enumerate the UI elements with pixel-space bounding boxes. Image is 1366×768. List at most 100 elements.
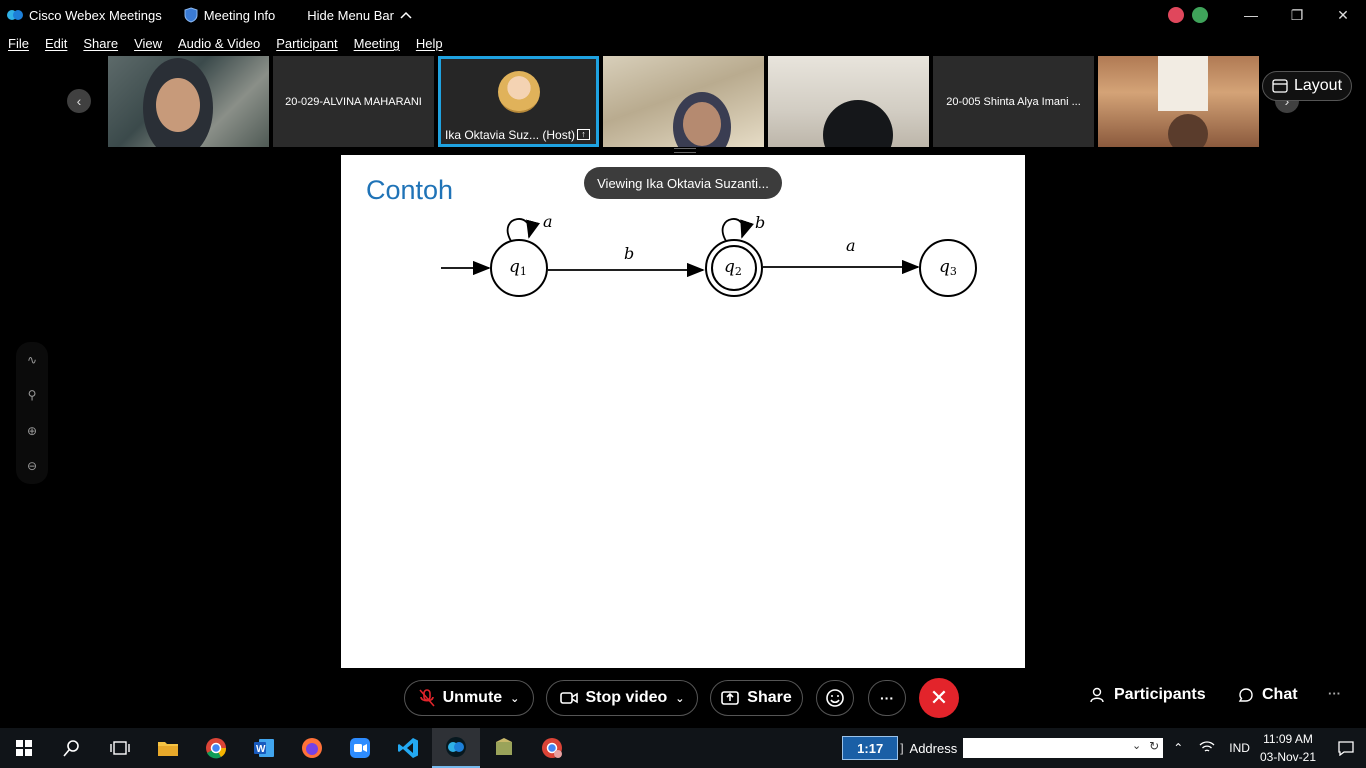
automaton-diagram: q1 a b q2 b a q3 [441,212,977,297]
notifications-icon[interactable] [1326,740,1366,756]
layout-label: Layout [1293,77,1343,94]
zoom-app-icon[interactable] [336,728,384,768]
participant-video-tile[interactable] [603,56,764,147]
chat-bubble-icon [1238,688,1253,702]
end-meeting-button[interactable]: ✕ [919,678,959,718]
chevron-down-icon[interactable]: ⌄ [1132,739,1141,752]
shared-content-slide: Contoh q1 a b q2 b a q3 [341,155,1025,668]
chat-button[interactable]: Chat [1238,686,1298,704]
task-view-icon[interactable] [96,728,144,768]
menu-bar: File Edit Share View Audio & Video Parti… [0,32,451,56]
participants-button[interactable]: Participants [1090,686,1206,704]
windows-taskbar: W 1:17 ] Address ⌄ ↻ ⌃ IND 11:09 AM 03-N… [0,728,1366,768]
participant-tile[interactable]: 20-029-ALVINA MAHARANI [273,56,434,147]
vscode-icon[interactable] [384,728,432,768]
close-window-button[interactable]: ✕ [1320,0,1366,30]
firefox-icon[interactable] [288,728,336,768]
more-options-button[interactable]: ··· [868,680,906,716]
word-icon[interactable]: W [240,728,288,768]
hide-menu-label: Hide Menu Bar [307,7,394,23]
participant-name: 20-005 Shinta Alya Imani ... [946,95,1081,108]
webex-logo-icon [7,7,23,23]
edge-q2-q3-label: a [846,236,856,255]
share-button[interactable]: Share [710,680,803,716]
windows-start-icon[interactable] [0,728,48,768]
reactions-button[interactable] [816,680,854,716]
zoom-in-icon[interactable]: ⊕ [27,424,37,438]
participant-tile[interactable]: 20-005 Shinta Alya Imani ... [933,56,1094,147]
search-icon[interactable] [48,728,96,768]
edge-q1-q2-label: b [624,244,634,263]
chrome-profile-icon[interactable] [528,728,576,768]
loop-q1-label: a [543,212,553,231]
unmute-button[interactable]: Unmute ⌄ [404,680,534,716]
meeting-controls: Unmute ⌄ Stop video ⌄ Share ··· ✕ Partic… [0,668,1366,728]
webex-taskbar-icon[interactable] [432,728,480,768]
refresh-icon[interactable]: ↻ [1149,739,1159,753]
tray-chevron-up-icon[interactable]: ⌃ [1173,741,1183,755]
network-stats-icon[interactable] [1192,7,1208,23]
stop-video-button[interactable]: Stop video ⌄ [546,680,698,716]
unmute-label: Unmute [442,689,503,706]
menu-participant[interactable]: Participant [268,32,345,56]
participant-video-tile[interactable] [108,56,269,147]
layout-icon [1272,79,1288,93]
chrome-icon[interactable] [192,728,240,768]
chevron-down-icon[interactable]: ⌄ [675,692,684,705]
filmstrip-prev-button[interactable]: ‹ [67,89,91,113]
wifi-icon[interactable] [1199,740,1215,757]
menu-edit[interactable]: Edit [37,32,75,56]
remote-control-icon[interactable]: ⚲ [28,388,37,402]
participant-video-tile[interactable] [1098,56,1259,147]
menu-meeting[interactable]: Meeting [346,32,408,56]
timer-display: 1:17 [842,736,899,760]
chat-label: Chat [1262,686,1298,703]
chevron-up-icon [400,11,412,19]
share-label: Share [747,689,792,706]
participant-video-tile[interactable] [768,56,929,147]
filmstrip-resize-handle[interactable] [674,148,696,153]
title-bar: Cisco Webex Meetings Meeting Info Hide M… [0,0,1366,30]
zoom-out-icon[interactable]: ⊖ [27,459,37,473]
avatar [498,71,540,113]
hide-menu-bar-button[interactable]: Hide Menu Bar [307,8,412,23]
layout-button[interactable]: Layout [1262,71,1352,101]
participants-label: Participants [1114,686,1206,703]
menu-audio-video[interactable]: Audio & Video [170,32,268,56]
minimize-button[interactable]: — [1228,0,1274,30]
menu-share[interactable]: Share [75,32,126,56]
more-icon: ··· [880,690,894,706]
app-tool-icon[interactable] [480,728,528,768]
recording-icon[interactable] [1168,7,1184,23]
emoji-icon [826,689,844,707]
panel-options-button[interactable]: ··· [1328,686,1341,701]
shield-icon [184,7,198,23]
app-title: Cisco Webex Meetings [29,7,162,23]
menu-help[interactable]: Help [408,32,451,56]
meeting-info-button[interactable]: Meeting Info [184,7,275,23]
language-indicator[interactable]: IND [1229,741,1250,755]
file-explorer-icon[interactable] [144,728,192,768]
annotate-icon[interactable]: ∿ [27,353,37,367]
address-input[interactable]: ⌄ ↻ [963,738,1164,758]
annotation-toolbar: ∿ ⚲ ⊕ ⊖ [16,342,48,484]
menu-view[interactable]: View [126,32,170,56]
restore-button[interactable]: ❐ [1274,0,1320,30]
loop-q2 [721,218,754,242]
stop-video-label: Stop video [585,689,668,706]
state-q3-label: q3 [939,257,957,278]
state-q1-label: q1 [509,257,527,278]
sharing-icon: ↑ [577,129,590,140]
menu-file[interactable]: File [0,32,37,56]
loop-q2-label: b [755,213,765,232]
svg-text:W: W [256,744,266,755]
state-q2-label: q2 [724,257,742,278]
participant-name: Ika Oktavia Suz... (Host) [445,128,576,142]
clock[interactable]: 11:09 AM 03-Nov-21 [1260,730,1316,766]
loop-q1 [506,218,541,242]
close-icon: ✕ [929,685,949,710]
status-icons [1168,7,1208,23]
window-controls: — ❐ ✕ [1168,0,1366,30]
chevron-down-icon[interactable]: ⌄ [510,692,519,705]
host-participant-tile[interactable]: Ika Oktavia Suz... (Host) ↑ [438,56,599,147]
